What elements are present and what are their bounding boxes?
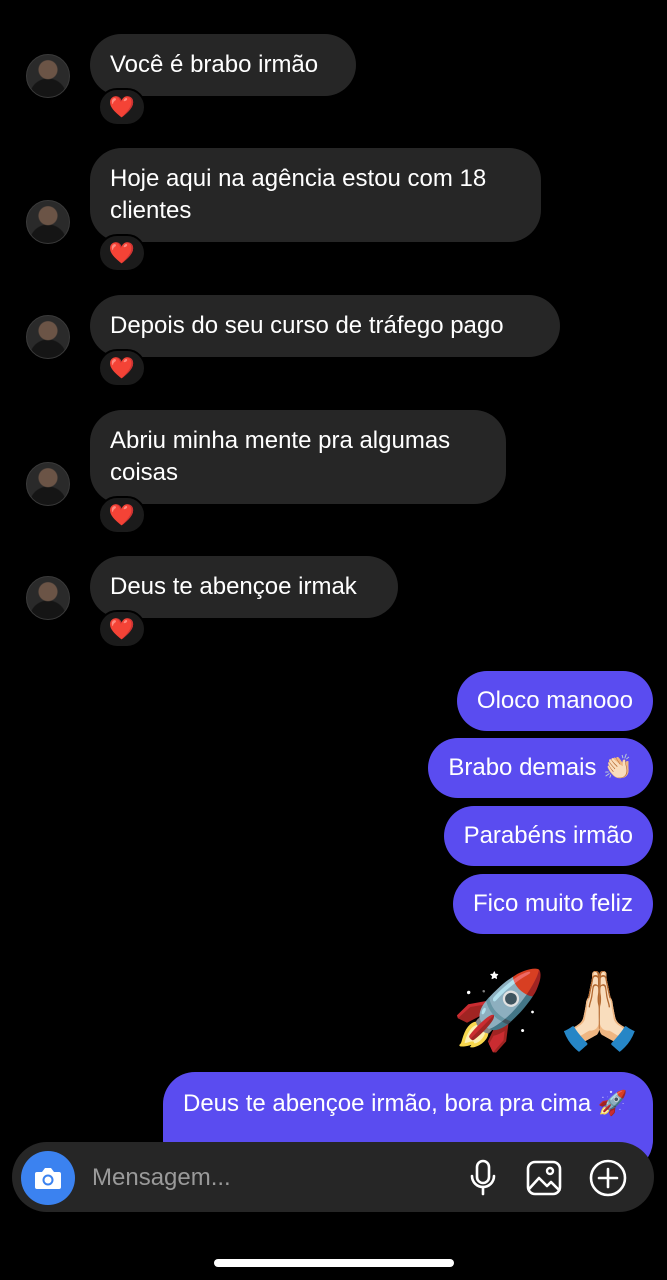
message-text: Parabéns irmão (463, 822, 633, 849)
incoming-message[interactable]: Deus te abençoe irmak (90, 556, 398, 618)
incoming-message[interactable]: Depois do seu curso de tráfego pago (90, 295, 560, 357)
sender-avatar[interactable] (26, 576, 70, 620)
message-text: Hoje aqui na agência estou com 18 client… (110, 165, 487, 224)
message-text: Depois do seu curso de tráfego pago (110, 312, 504, 339)
microphone-icon (470, 1159, 496, 1196)
heart-icon: ❤️ (108, 617, 136, 641)
message-text: Abriu minha mente pra algumas coisas (110, 427, 451, 486)
microphone-button[interactable] (463, 1158, 503, 1198)
add-button[interactable] (588, 1158, 628, 1198)
camera-button[interactable] (21, 1151, 75, 1205)
outgoing-message[interactable]: Parabéns irmão (443, 806, 653, 866)
message-text: Você é brabo irmão (110, 51, 319, 78)
gallery-button[interactable] (524, 1158, 564, 1198)
outgoing-message[interactable]: Oloco manooo (456, 671, 653, 731)
sender-avatar[interactable] (26, 200, 70, 244)
heart-reaction[interactable]: ❤️ (98, 496, 146, 534)
incoming-message[interactable]: Você é brabo irmão (90, 34, 356, 96)
sender-avatar[interactable] (26, 54, 70, 98)
incoming-message[interactable]: Abriu minha mente pra algumas coisas (90, 410, 506, 504)
gallery-icon (526, 1160, 562, 1196)
sender-avatar[interactable] (26, 315, 70, 359)
heart-icon: ❤️ (108, 503, 136, 527)
top-edge (0, 0, 667, 6)
message-text: Brabo demais 👏🏻 (448, 754, 633, 781)
emoji-message[interactable]: 🚀🙏🏻 (452, 966, 653, 1056)
heart-reaction[interactable]: ❤️ (98, 88, 146, 126)
message-input[interactable] (90, 1157, 454, 1199)
outgoing-message[interactable]: Fico muito feliz (452, 874, 653, 934)
message-text: Deus te abençoe irmão, bora pra cima 🚀 (183, 1090, 628, 1117)
heart-reaction[interactable]: ❤️ (98, 234, 146, 272)
message-text: Oloco manooo (476, 687, 633, 714)
plus-circle-icon (589, 1159, 627, 1197)
rocket-pray-emoji: 🚀🙏🏻 (451, 968, 653, 1053)
heart-icon: ❤️ (108, 241, 136, 265)
camera-icon (35, 1168, 61, 1189)
outgoing-message[interactable]: Brabo demais 👏🏻 (428, 738, 653, 798)
message-composer (12, 1142, 654, 1212)
heart-icon: ❤️ (108, 356, 136, 380)
sender-avatar[interactable] (26, 462, 70, 506)
message-text: Fico muito feliz (472, 890, 633, 917)
heart-reaction[interactable]: ❤️ (98, 610, 146, 648)
heart-reaction[interactable]: ❤️ (98, 349, 146, 387)
incoming-message[interactable]: Hoje aqui na agência estou com 18 client… (90, 148, 541, 242)
home-indicator[interactable] (214, 1259, 454, 1267)
message-text: Deus te abençoe irmak (110, 573, 357, 600)
heart-icon: ❤️ (108, 95, 136, 119)
